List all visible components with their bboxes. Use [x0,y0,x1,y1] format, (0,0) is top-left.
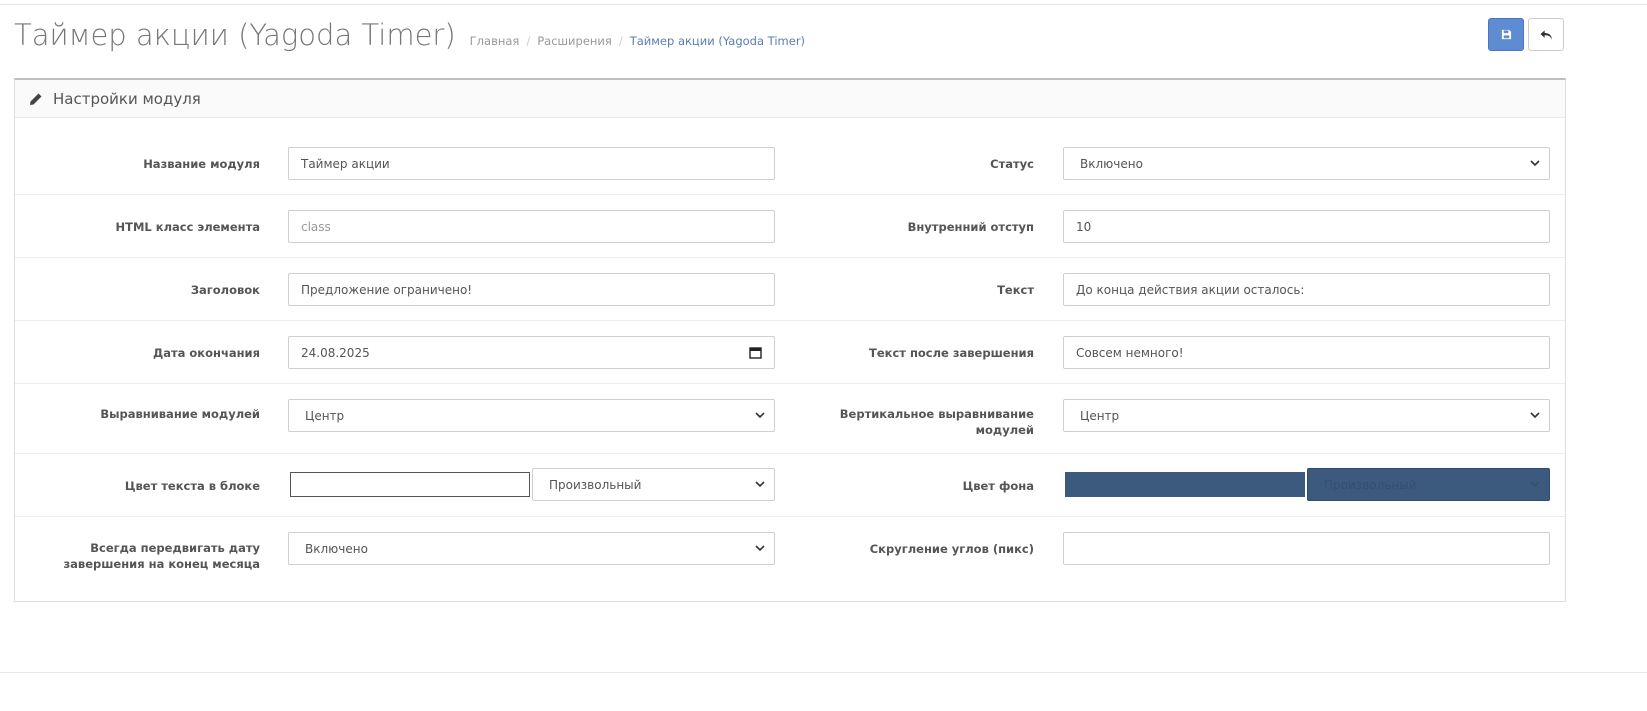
html-class-input[interactable]: class [288,210,775,243]
text-input[interactable]: До конца действия акции осталось: [1063,273,1550,306]
text-after-input[interactable]: Совсем немного! [1063,336,1550,369]
module-name-input[interactable]: Таймер акции [288,147,775,180]
text-after-label: Текст после завершения [869,346,1034,360]
text-color-swatch[interactable] [290,472,530,497]
heading-value: Предложение ограничено! [301,282,473,297]
form-row: Всегда передвигать дату завершения на ко… [15,517,1565,602]
form-row: Цвет текста в блоке Произвольный Цвет фо… [15,454,1565,517]
chevron-down-icon [1530,481,1540,488]
heading-label: Заголовок [190,283,260,297]
bottom-divider [0,672,1647,673]
bg-color-label: Цвет фона [962,479,1034,493]
module-name-value: Таймер акции [301,156,390,171]
padding-value: 10 [1076,219,1092,234]
always-shift-select[interactable]: Включено [288,532,775,565]
module-settings-panel: Настройки модуля Название модуля Таймер … [14,78,1566,602]
breadcrumb-current[interactable]: Таймер акции (Yagoda Timer) [630,34,805,48]
form-row: Название модуля Таймер акции Статус Вклю… [15,119,1565,195]
pencil-icon [30,93,42,105]
panel-heading: Настройки модуля [15,80,1565,118]
text-after-value: Совсем немного! [1076,345,1184,360]
breadcrumb-separator: / [618,34,623,48]
valign-modules-label: Вертикальное выравнивание модулей [839,407,1034,437]
save-icon [1501,29,1511,40]
chevron-down-icon [755,412,765,419]
module-name-label: Название модуля [143,157,260,171]
back-button[interactable] [1528,18,1564,51]
align-modules-value: Центр [305,408,345,423]
text-color-label: Цвет текста в блоке [124,479,260,493]
form-row: Дата окончания 24.08.2025 Текст после за… [15,321,1565,384]
status-label: Статус [990,157,1034,171]
page-title: Таймер акции (Yagoda Timer) [14,18,456,52]
form-row: Заголовок Предложение ограничено! Текст … [15,258,1565,321]
reply-icon [1539,29,1552,40]
end-date-value: 24.08.2025 [301,345,370,360]
text-label: Текст [997,283,1034,297]
heading-input[interactable]: Предложение ограничено! [288,273,775,306]
text-value: До конца действия акции осталось: [1076,282,1305,297]
text-color-mode-select[interactable]: Произвольный [532,468,775,501]
breadcrumb-separator: / [526,34,531,48]
status-select[interactable]: Включено [1063,147,1550,180]
always-shift-value: Включено [305,541,368,556]
panel-title: Настройки модуля [53,89,201,108]
text-color-mode-value: Произвольный [549,477,642,492]
align-modules-select[interactable]: Центр [288,399,775,432]
end-date-input[interactable]: 24.08.2025 [288,336,775,369]
breadcrumb-home[interactable]: Главная [470,34,520,48]
padding-label: Внутренний отступ [907,220,1034,234]
chevron-down-icon [1530,412,1540,419]
bg-color-swatch[interactable] [1065,472,1305,497]
end-date-label: Дата окончания [152,346,260,360]
always-shift-label: Всегда передвигать дату завершения на ко… [63,541,260,571]
chevron-down-icon [755,481,765,488]
align-modules-label: Выравнивание модулей [100,407,260,421]
bg-color-mode-select[interactable]: Произвольный [1307,468,1550,501]
valign-modules-select[interactable]: Центр [1063,399,1550,432]
html-class-placeholder: class [301,219,331,234]
bg-color-mode-value: Произвольный [1324,477,1417,492]
breadcrumb-extensions[interactable]: Расширения [537,34,612,48]
save-button[interactable] [1488,18,1524,51]
corner-radius-input[interactable] [1063,532,1550,565]
top-divider [0,4,1647,5]
form-row: HTML класс элемента class Внутренний отс… [15,195,1565,258]
page-header: Таймер акции (Yagoda Timer) Главная / Ра… [14,18,805,54]
breadcrumb: Главная / Расширения / Таймер акции (Yag… [470,34,805,48]
html-class-label: HTML класс элемента [115,220,260,234]
padding-input[interactable]: 10 [1063,210,1550,243]
form-row: Выравнивание модулей Центр Вертикальное … [15,384,1565,454]
calendar-icon[interactable] [749,346,762,359]
chevron-down-icon [755,545,765,552]
valign-modules-value: Центр [1080,408,1120,423]
status-value: Включено [1080,156,1143,171]
chevron-down-icon [1530,160,1540,167]
corner-radius-label: Скругление углов (пикс) [869,542,1034,556]
